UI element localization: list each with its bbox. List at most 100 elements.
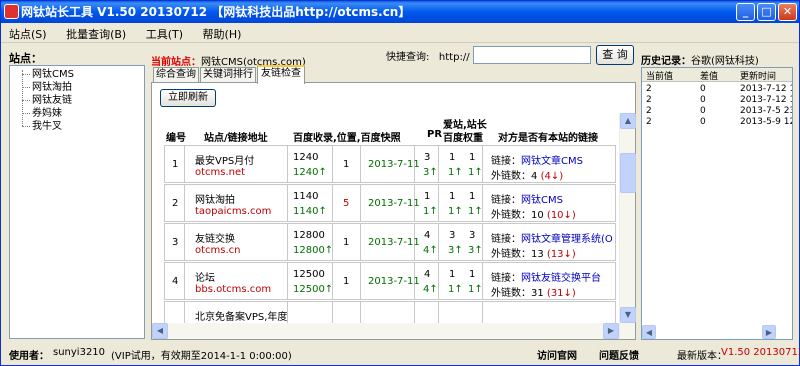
row-out-count: 13 bbox=[531, 249, 544, 260]
scroll-left-icon[interactable]: ◀ bbox=[152, 323, 168, 339]
query-button[interactable]: 查 询 bbox=[596, 45, 634, 65]
row-snapshot: 2013-7-11 bbox=[368, 159, 420, 170]
row-site-url[interactable]: otcms.net bbox=[195, 167, 245, 178]
row-site-url[interactable]: taopaicms.com bbox=[195, 206, 271, 217]
row-index-change: 12800↑ bbox=[293, 245, 334, 256]
version-label: 最新版本： bbox=[677, 351, 727, 362]
row-pr: 1 bbox=[424, 191, 431, 202]
row-out-change: (10↓) bbox=[546, 210, 576, 221]
row-out-count: 10 bbox=[531, 210, 544, 221]
row-link-text[interactable]: 网钛CMS bbox=[521, 195, 563, 206]
close-button[interactable]: ✕ bbox=[778, 3, 797, 21]
row-no: 2 bbox=[172, 198, 179, 209]
minimize-button[interactable]: _ bbox=[736, 3, 755, 21]
tree-item-woniucha[interactable]: 我牛叉 bbox=[14, 120, 140, 133]
tree-item-taopai[interactable]: 网钛淘拍 bbox=[14, 81, 140, 94]
history-row[interactable]: 2 0 2013-7-5 23 bbox=[642, 106, 792, 117]
history-scroll-left-icon[interactable]: ◀ bbox=[642, 325, 656, 339]
row-zhanzhang-change: 3↑ bbox=[468, 245, 483, 256]
scroll-down-icon[interactable]: ▼ bbox=[620, 307, 636, 323]
history-col-current[interactable]: 当前值 bbox=[646, 69, 673, 82]
menu-tools[interactable]: 工具(T) bbox=[138, 23, 191, 45]
row-index-change: 1240↑ bbox=[293, 167, 327, 178]
refresh-button[interactable]: 立即刷新 bbox=[160, 89, 216, 107]
scroll-thumb[interactable] bbox=[620, 153, 636, 193]
history-row[interactable]: 2 0 2013-7-12 1 bbox=[642, 95, 792, 106]
row-zhanzhang: 1 bbox=[469, 269, 476, 280]
app-icon bbox=[4, 4, 19, 19]
row-pr-change: 3↑ bbox=[423, 167, 438, 178]
tree-item-otcms[interactable]: 网钛CMS bbox=[14, 68, 140, 81]
row-site-url[interactable]: otcms.cn bbox=[195, 245, 241, 256]
window-title: 网钛站长工具 V1.50 20130712 【网钛科技出品http://otcm… bbox=[21, 5, 411, 19]
tree-item-quanmamei[interactable]: 券妈妹 bbox=[14, 107, 140, 120]
history-value: 谷歌(网钛科技) bbox=[691, 56, 759, 67]
row-index-change: 12500↑ bbox=[293, 284, 334, 295]
row-site-url[interactable]: bbs.otcms.com bbox=[195, 284, 271, 295]
row-out-change: (31↓) bbox=[546, 288, 576, 299]
row-link-text[interactable]: 网钛友链交换平台 bbox=[521, 273, 601, 284]
row-position: 5 bbox=[343, 198, 350, 209]
tab-keyword-rank[interactable]: 关键词排行 bbox=[200, 67, 256, 83]
history-scroll-right-icon[interactable]: ▶ bbox=[762, 325, 776, 339]
row-index: 1140 bbox=[293, 191, 319, 202]
row-zhanzhang: 1 bbox=[469, 152, 476, 163]
menu-site[interactable]: 站点(S) bbox=[1, 23, 55, 45]
feedback-link[interactable]: 问题反馈 bbox=[599, 347, 639, 362]
row-aizhan-change: 1↑ bbox=[448, 167, 463, 178]
row-pr-change: 4↑ bbox=[423, 284, 438, 295]
row-link-label: 链接： bbox=[491, 273, 521, 284]
maximize-button[interactable]: □ bbox=[757, 3, 776, 21]
menu-batch-query[interactable]: 批量查询(B) bbox=[58, 23, 134, 45]
vertical-scrollbar[interactable]: ▲ ▼ bbox=[619, 113, 636, 339]
header-pr: PR bbox=[427, 129, 443, 140]
row-pr: 4 bbox=[424, 230, 431, 241]
table-row[interactable]: 4 论坛 bbs.otcms.com 12500 12500↑ 1 2013-7… bbox=[164, 262, 616, 300]
history-row[interactable]: 2 0 2013-7-12 1 bbox=[642, 84, 792, 95]
row-site-name: 北京免备案VPS,年度 bbox=[195, 312, 288, 323]
row-aizhan: 3 bbox=[449, 230, 456, 241]
row-out-label: 外链数： bbox=[491, 288, 531, 299]
scroll-up-icon[interactable]: ▲ bbox=[620, 113, 636, 129]
row-out-count: 31 bbox=[531, 288, 544, 299]
row-out-label: 外链数： bbox=[491, 210, 531, 221]
header-link: 对方是否有本站的链接 bbox=[498, 133, 598, 144]
status-bar: 使用者： sunyi3210 (VIP试用，有效期至2014-1-1 0:00:… bbox=[1, 343, 800, 365]
history-list[interactable]: 当前值 差值 更新时间 2 0 2013-7-12 1 2 0 2013-7-12 1 … bbox=[641, 67, 793, 340]
row-aizhan-change: 3↑ bbox=[448, 245, 463, 256]
row-link-text[interactable]: 网钛文章管理系统(O bbox=[521, 234, 613, 245]
row-zhanzhang: 1 bbox=[469, 191, 476, 202]
tab-overview[interactable]: 综合查询 bbox=[153, 67, 199, 83]
row-pr: 4 bbox=[424, 269, 431, 280]
row-zhanzhang-change: 1↑ bbox=[468, 284, 483, 295]
menu-bar: 站点(S) 批量查询(B) 工具(T) 帮助(H) bbox=[1, 23, 799, 43]
row-index: 12800 bbox=[293, 230, 325, 241]
row-link-label: 链接： bbox=[491, 156, 521, 167]
tree-item-youlian[interactable]: 网钛友链 bbox=[14, 94, 140, 107]
table-row[interactable]: 1 最安VPS月付 otcms.net 1240 1240↑ 1 2013-7-… bbox=[164, 145, 616, 183]
row-link-label: 链接： bbox=[491, 195, 521, 206]
quick-query-input[interactable] bbox=[473, 46, 591, 64]
row-site-name: 友链交换 bbox=[195, 234, 235, 245]
row-link-text[interactable]: 网钛文章CMS bbox=[521, 156, 583, 167]
user-name: sunyi3210 bbox=[53, 347, 106, 358]
site-tree[interactable]: 网钛CMS 网钛淘拍 网钛友链 券妈妹 我牛叉 bbox=[9, 65, 145, 339]
table-row[interactable]: 2 网钛淘拍 taopaicms.com 1140 1140↑ 5 2013-7… bbox=[164, 184, 616, 222]
table-row[interactable]: 3 友链交换 otcms.cn 12800 12800↑ 1 2013-7-11… bbox=[164, 223, 616, 261]
scroll-right-icon[interactable]: ▶ bbox=[603, 323, 619, 339]
row-link-label: 链接： bbox=[491, 234, 521, 245]
row-no: 3 bbox=[172, 237, 179, 248]
history-col-diff[interactable]: 差值 bbox=[700, 69, 718, 82]
row-no: 4 bbox=[172, 276, 179, 287]
menu-help[interactable]: 帮助(H) bbox=[195, 23, 250, 45]
result-rows[interactable]: 1 最安VPS月付 otcms.net 1240 1240↑ 1 2013-7-… bbox=[164, 145, 616, 335]
version-value: V1.50 20130712 bbox=[721, 347, 800, 358]
horizontal-scrollbar[interactable]: ◀ ▶ bbox=[152, 323, 619, 339]
history-row[interactable]: 2 0 2013-5-9 12 bbox=[642, 117, 792, 128]
visit-site-link[interactable]: 访问官网 bbox=[537, 347, 577, 362]
table-header: 编号 站点/链接地址 百度收录,位置,百度快照 PR 爱站,站长 百度权重 对方… bbox=[152, 113, 622, 145]
tab-link-check[interactable]: 友链检查 bbox=[257, 65, 305, 84]
header-baidu: 百度收录,位置,百度快照 bbox=[293, 133, 401, 144]
row-aizhan: 1 bbox=[449, 191, 456, 202]
history-col-time[interactable]: 更新时间 bbox=[740, 69, 776, 82]
